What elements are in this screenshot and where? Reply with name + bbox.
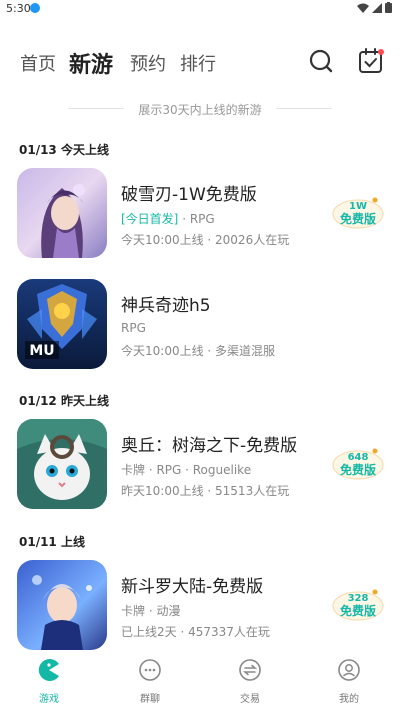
- tab-trade[interactable]: 交易: [220, 656, 280, 706]
- game-row[interactable]: MU 神兵奇迹h5 RPG 今天10:00上线 · 多渠道混服: [0, 279, 400, 371]
- badge-label: 免费版: [340, 211, 376, 226]
- badge-amount: 648: [348, 452, 369, 463]
- game-title[interactable]: 神兵奇迹h5: [121, 291, 211, 316]
- tab-label: 我的: [339, 694, 359, 705]
- pacman-icon: [38, 659, 59, 681]
- game-row[interactable]: 新斗罗大陆-免费版 卡牌 · 动漫 已上线2天 · 457337人在玩 328 …: [0, 560, 400, 652]
- free-version-badge[interactable]: 1W 免费版: [331, 194, 385, 230]
- tab-games[interactable]: 游戏: [19, 656, 79, 706]
- subtitle-row: 展示30天内上线的新游: [0, 99, 400, 119]
- free-version-badge[interactable]: 328 免费版: [331, 586, 385, 622]
- tab-new-games[interactable]: 新游: [69, 47, 113, 79]
- divider-right: [276, 108, 332, 109]
- game-genre: · RPG: [178, 212, 215, 226]
- game-tags: 卡牌 · 动漫: [121, 604, 181, 618]
- section-header-date: 01/11 上线: [19, 535, 85, 549]
- launch-tag: [今日首发]: [121, 212, 179, 226]
- battery-icon: [385, 2, 392, 13]
- game-tags: [今日首发] · RPG: [121, 210, 215, 227]
- notification-dot-icon: [30, 3, 40, 13]
- free-version-badge[interactable]: 648 免费版: [331, 445, 385, 481]
- game-title[interactable]: 新斗罗大陆-免费版: [121, 572, 263, 597]
- tab-profile[interactable]: 我的: [319, 656, 379, 706]
- badge-amount: 1W: [349, 201, 367, 212]
- tab-home[interactable]: 首页: [20, 50, 56, 76]
- game-tags: RPG: [121, 321, 146, 335]
- wifi-icon: [357, 3, 369, 13]
- game-meta: 今天10:00上线 · 20026人在玩: [121, 233, 290, 247]
- signal-icon: [372, 2, 382, 13]
- game-meta: 昨天10:00上线 · 51513人在玩: [121, 484, 290, 498]
- tab-group-chat[interactable]: 群聊: [120, 656, 180, 706]
- section-header-today: 01/13 今天上线: [19, 143, 109, 157]
- game-tags: 卡牌 · RPG · Roguelike: [121, 463, 252, 477]
- profile-icon: [338, 659, 360, 681]
- tab-label: 群聊: [140, 694, 160, 705]
- cover-logo-text: MU: [29, 343, 54, 359]
- game-meta: 已上线2天 · 457337人在玩: [121, 625, 270, 639]
- game-cover-image[interactable]: [17, 560, 107, 650]
- top-nav: 首页 新游 预约 排行: [0, 40, 400, 86]
- badge-label: 免费版: [340, 462, 376, 477]
- status-icons: [357, 2, 392, 13]
- tab-label: 交易: [240, 694, 260, 705]
- status-time: 5:30: [6, 2, 31, 15]
- tab-reserve[interactable]: 预约: [130, 50, 166, 76]
- bottom-tab-bar: 游戏 群聊 交易 我的: [0, 652, 400, 711]
- game-title[interactable]: 奥丘：树海之下-免费版: [121, 431, 297, 456]
- badge-amount: 328: [348, 593, 369, 604]
- game-cover-image[interactable]: MU: [17, 279, 107, 369]
- game-row[interactable]: 破雪刃-1W免费版 [今日首发] · RPG 今天10:00上线 · 20026…: [0, 168, 400, 260]
- status-bar: 5:30: [0, 0, 400, 18]
- search-icon[interactable]: [306, 46, 336, 76]
- game-title[interactable]: 破雪刃-1W免费版: [121, 180, 257, 205]
- game-cover-image[interactable]: [17, 168, 107, 258]
- game-meta: 今天10:00上线 · 多渠道混服: [121, 344, 276, 358]
- chat-bubble-icon: [139, 659, 161, 681]
- exchange-icon: [239, 659, 261, 681]
- calendar-check-icon[interactable]: [356, 46, 386, 76]
- game-cover-image[interactable]: [17, 419, 107, 509]
- tab-label: 游戏: [39, 694, 59, 705]
- subtitle-text: 展示30天内上线的新游: [138, 103, 262, 117]
- section-header-yesterday: 01/12 昨天上线: [19, 394, 109, 408]
- game-row[interactable]: 奥丘：树海之下-免费版 卡牌 · RPG · Roguelike 昨天10:00…: [0, 419, 400, 511]
- badge-label: 免费版: [340, 603, 376, 618]
- tab-ranking[interactable]: 排行: [180, 50, 216, 76]
